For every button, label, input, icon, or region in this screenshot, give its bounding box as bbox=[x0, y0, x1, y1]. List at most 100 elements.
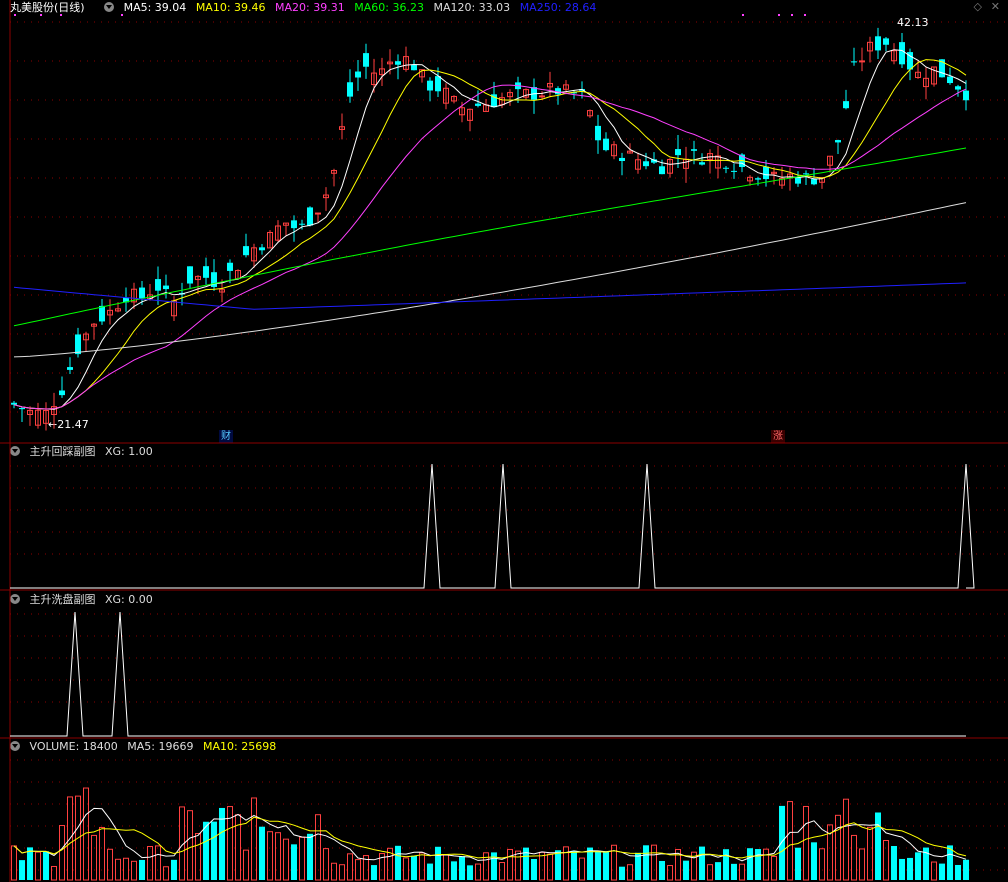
volume-bar-down bbox=[139, 859, 145, 880]
volume-bar-up bbox=[739, 863, 745, 881]
volume-bar-up bbox=[499, 862, 505, 881]
signal-dot bbox=[40, 14, 42, 16]
signal-dot bbox=[791, 14, 793, 16]
candle-body-down bbox=[691, 149, 697, 151]
candle-body-down bbox=[795, 177, 801, 184]
signal-dot bbox=[742, 14, 744, 16]
candle-body-up bbox=[859, 60, 865, 63]
volume-bar-down bbox=[891, 846, 897, 880]
volume-bar-up bbox=[187, 810, 193, 881]
volume-bar-up bbox=[763, 848, 769, 881]
volume-bar-up bbox=[355, 859, 361, 881]
volume-bar-up bbox=[707, 864, 713, 881]
volume-bar-up bbox=[131, 860, 137, 881]
volume-bar-down bbox=[371, 865, 377, 880]
volume-bar-up bbox=[59, 825, 65, 881]
candle-body-down bbox=[411, 64, 417, 71]
ma10-line bbox=[13, 59, 967, 410]
volume-bar-up bbox=[195, 833, 201, 881]
volume-bar-down bbox=[683, 860, 689, 880]
volume-bar-down bbox=[307, 833, 313, 880]
volume-bar-down bbox=[875, 812, 881, 880]
volume-bar-down bbox=[795, 847, 801, 880]
volume-bar-up bbox=[851, 834, 857, 881]
volume-bar-down bbox=[811, 842, 817, 880]
signal-dot bbox=[778, 14, 780, 16]
chart-canvas[interactable] bbox=[0, 0, 1008, 882]
volume-bar-down bbox=[731, 863, 737, 880]
candle-body-down bbox=[355, 71, 361, 78]
volume-bar-up bbox=[883, 839, 889, 881]
volume-bar-up bbox=[107, 848, 113, 881]
volume-bar-down bbox=[723, 849, 729, 880]
volume-bar-down bbox=[587, 847, 593, 880]
candle-body-down bbox=[203, 266, 209, 278]
volume-bar-down bbox=[291, 844, 297, 880]
signal-dot bbox=[804, 14, 806, 16]
volume-bar-up bbox=[51, 865, 57, 881]
volume-bar-up bbox=[339, 864, 345, 881]
candle-body-down bbox=[427, 80, 433, 91]
candle-body-up bbox=[315, 212, 321, 215]
volume-bar-up bbox=[539, 851, 545, 881]
candle-body-down bbox=[19, 408, 25, 410]
candle-body-down bbox=[299, 223, 305, 225]
volume-bar-up bbox=[419, 852, 425, 881]
volume-ma10-line bbox=[13, 816, 967, 859]
volume-bar-up bbox=[507, 848, 513, 881]
candle-body-down bbox=[435, 76, 441, 92]
signal-dot bbox=[14, 14, 16, 16]
volume-bar-down bbox=[171, 859, 177, 880]
candle-body-down bbox=[347, 82, 353, 97]
candle-body-up bbox=[539, 95, 545, 98]
volume-bar-up bbox=[11, 845, 17, 881]
volume-bar-down bbox=[699, 846, 705, 880]
volume-bar-up bbox=[547, 853, 553, 881]
volume-bar-down bbox=[955, 864, 961, 880]
volume-bar-down bbox=[619, 866, 625, 880]
volume-bar-up bbox=[819, 848, 825, 881]
volume-bar-down bbox=[659, 860, 665, 880]
candle-body-down bbox=[755, 178, 761, 180]
candle-body-down bbox=[643, 161, 649, 167]
volume-bar-up bbox=[787, 801, 793, 881]
candle-body-down bbox=[675, 149, 681, 156]
volume-bar-down bbox=[747, 848, 753, 880]
candle-body-down bbox=[291, 220, 297, 229]
candle-body-down bbox=[699, 162, 705, 165]
volume-bar-up bbox=[803, 805, 809, 881]
volume-bar-up bbox=[443, 854, 449, 881]
candle-body-down bbox=[963, 90, 969, 101]
candle-body-down bbox=[883, 38, 889, 45]
candle-body-down bbox=[811, 179, 817, 185]
volume-bar-down bbox=[603, 851, 609, 880]
volume-bar-down bbox=[459, 856, 465, 880]
candle-body-down bbox=[875, 36, 881, 51]
volume-bar-up bbox=[35, 851, 41, 881]
volume-bar-up bbox=[515, 850, 521, 881]
candle-body-down bbox=[595, 125, 601, 141]
volume-bar-up bbox=[843, 798, 849, 881]
volume-bar-up bbox=[867, 826, 873, 881]
volume-bar-down bbox=[43, 851, 49, 880]
candle-body-down bbox=[659, 166, 665, 175]
volume-bar-down bbox=[211, 821, 217, 880]
candle-body-down bbox=[163, 285, 169, 290]
candle-body-down bbox=[395, 61, 401, 65]
volume-bar-up bbox=[579, 857, 585, 881]
volume-bar-down bbox=[595, 850, 601, 880]
volume-bar-up bbox=[859, 848, 865, 881]
volume-bar-down bbox=[451, 861, 457, 880]
volume-bar-down bbox=[571, 850, 577, 880]
candle-body-down bbox=[243, 246, 249, 256]
volume-bar-up bbox=[323, 848, 329, 881]
volume-bar-down bbox=[435, 846, 441, 880]
ma20-line bbox=[13, 84, 967, 410]
volume-bar-up bbox=[155, 845, 161, 881]
candle-body-down bbox=[155, 279, 161, 291]
volume-bar-down bbox=[411, 855, 417, 880]
volume-bar-down bbox=[467, 865, 473, 880]
candle-body-down bbox=[363, 53, 369, 67]
volume-bar-down bbox=[635, 852, 641, 880]
volume-bar-up bbox=[99, 826, 105, 881]
